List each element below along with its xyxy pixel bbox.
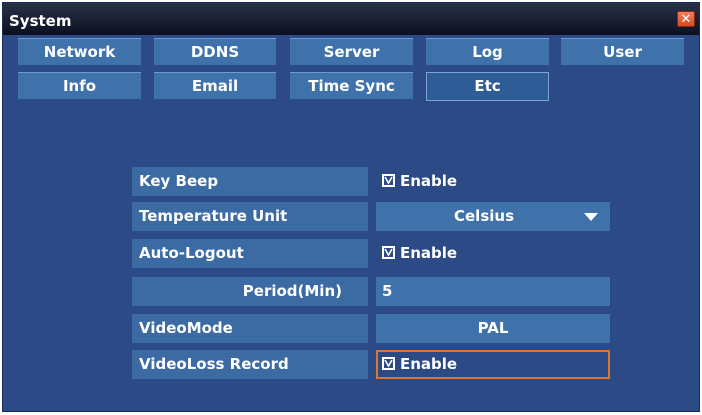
key-beep-label-text: Key Beep (139, 172, 219, 190)
video-mode-value: PAL (477, 319, 509, 337)
temperature-unit-label-text: Temperature Unit (139, 207, 288, 225)
video-mode-label: VideoMode (132, 314, 368, 343)
video-mode-button[interactable]: PAL (376, 314, 610, 343)
videoloss-record-checkbox[interactable]: Enable (376, 350, 610, 379)
tab-label: Server (323, 43, 380, 61)
auto-logout-enable-label: Enable (400, 244, 458, 262)
temperature-unit-select[interactable]: Celsius (376, 202, 610, 231)
videoloss-record-label-text: VideoLoss Record (139, 355, 289, 373)
videoloss-record-enable-label: Enable (400, 355, 458, 373)
close-icon: ✕ (680, 12, 692, 27)
key-beep-checkbox[interactable]: Enable (379, 167, 613, 196)
tab-label: Info (62, 77, 97, 95)
tab-label: DDNS (190, 43, 240, 61)
checkbox-checked-icon (382, 174, 395, 187)
auto-logout-checkbox[interactable]: Enable (379, 239, 613, 268)
tab-info[interactable]: Info (18, 72, 141, 99)
tab-label: Email (191, 77, 239, 95)
period-input[interactable]: 5 (376, 277, 610, 306)
auto-logout-label: Auto-Logout (132, 239, 368, 268)
period-value: 5 (382, 282, 393, 300)
auto-logout-label-text: Auto-Logout (139, 244, 244, 262)
temperature-unit-value: Celsius (454, 207, 514, 225)
period-label-text: Period(Min) (242, 282, 342, 300)
tab-log[interactable]: Log (426, 38, 549, 65)
tab-label: User (603, 43, 642, 61)
tab-email[interactable]: Email (154, 72, 276, 99)
videoloss-record-label: VideoLoss Record (132, 350, 368, 379)
tab-server[interactable]: Server (290, 38, 413, 65)
key-beep-label: Key Beep (132, 167, 368, 196)
tab-etc[interactable]: Etc (426, 72, 549, 101)
checkbox-checked-icon (382, 357, 395, 370)
dropdown-arrow-icon (584, 213, 598, 221)
title-bar: System ✕ (3, 3, 699, 35)
checkbox-checked-icon (382, 246, 395, 259)
tab-label: Time Sync (308, 77, 395, 95)
tab-label: Etc (474, 77, 501, 95)
tab-user[interactable]: User (561, 38, 684, 65)
tab-time-sync[interactable]: Time Sync (290, 72, 413, 99)
tab-label: Network (43, 43, 116, 61)
tab-ddns[interactable]: DDNS (154, 38, 276, 65)
temperature-unit-label: Temperature Unit (132, 202, 368, 231)
system-dialog: System ✕ Network DDNS Server Log User In… (2, 2, 700, 412)
tab-label: Log (472, 43, 503, 61)
key-beep-enable-label: Enable (400, 172, 458, 190)
close-button[interactable]: ✕ (677, 11, 695, 27)
video-mode-label-text: VideoMode (139, 319, 233, 337)
dialog-title: System (9, 12, 72, 30)
tab-network[interactable]: Network (18, 38, 141, 65)
period-label: Period(Min) (132, 277, 368, 306)
